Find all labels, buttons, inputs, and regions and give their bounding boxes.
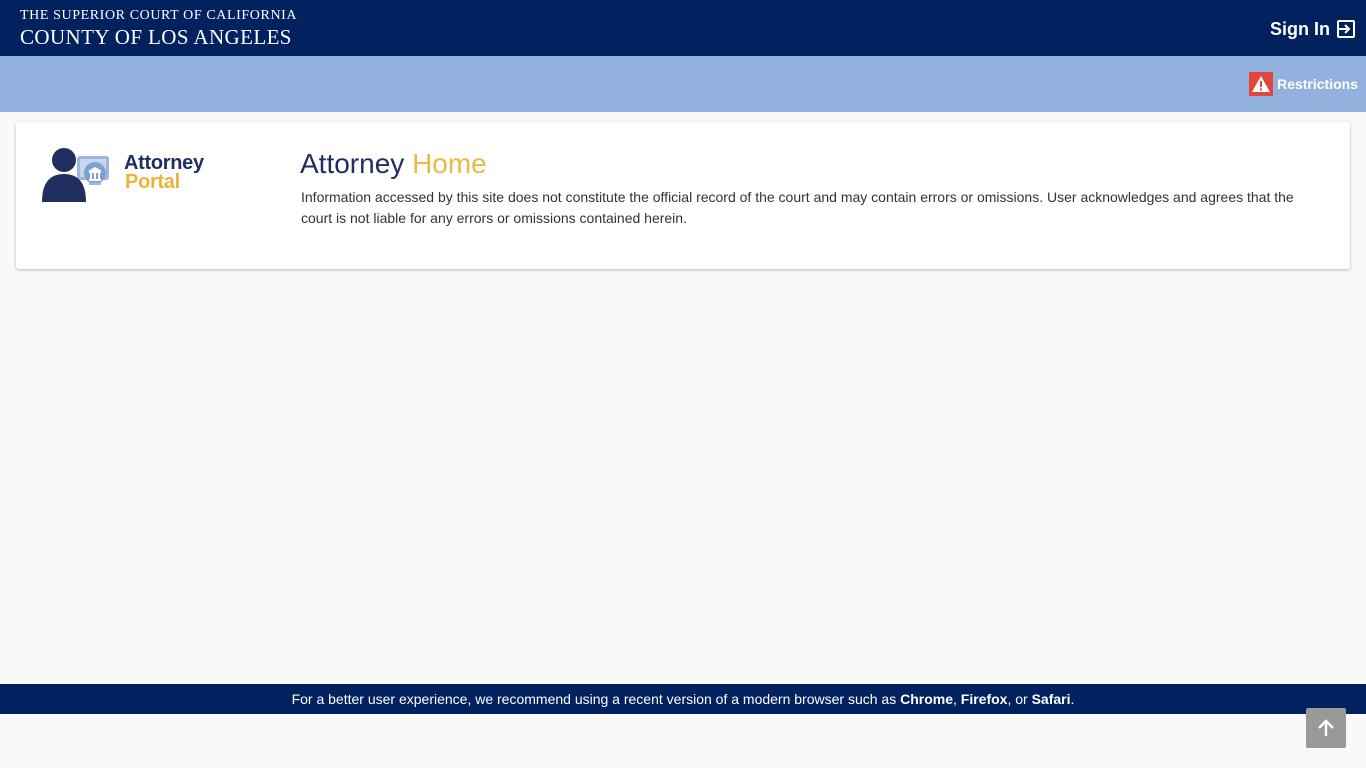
sign-in-button[interactable]: Sign In — [1270, 17, 1356, 41]
page-title-part2: Home — [412, 148, 487, 179]
arrow-up-icon — [1318, 719, 1334, 736]
logo-text-portal: Portal — [125, 171, 180, 193]
top-header: THE SUPERIOR COURT OF CALIFORNIA COUNTY … — [0, 0, 1366, 56]
browser-recommendation-footer: For a better user experience, we recomme… — [0, 684, 1366, 714]
scroll-to-top-button[interactable] — [1306, 708, 1346, 748]
chrome-label: Chrome — [900, 691, 953, 707]
attorney-portal-logo: Attorney Portal — [40, 144, 220, 206]
page-title-part1: Attorney — [300, 148, 405, 179]
sign-in-icon — [1337, 20, 1355, 38]
restrictions-label: Restrictions — [1277, 76, 1358, 92]
person-monitor-icon — [42, 148, 109, 202]
footer-text: For a better user experience, we recomme… — [291, 691, 1075, 707]
restrictions-button[interactable]: Restrictions — [1249, 72, 1358, 96]
home-card: Attorney Portal Attorney Home Informatio… — [16, 122, 1350, 269]
warning-icon — [1249, 72, 1274, 96]
court-name-line1: THE SUPERIOR COURT OF CALIFORNIA — [20, 8, 298, 23]
disclaimer-text: Information accessed by this site does n… — [301, 189, 1294, 226]
court-name-line2: COUNTY OF LOS ANGELES — [20, 25, 292, 49]
sign-in-label: Sign In — [1270, 18, 1330, 39]
sub-header: Restrictions — [0, 56, 1366, 112]
page-title: Attorney Home — [300, 148, 487, 180]
safari-label: Safari — [1031, 691, 1071, 707]
firefox-label: Firefox — [960, 691, 1008, 707]
